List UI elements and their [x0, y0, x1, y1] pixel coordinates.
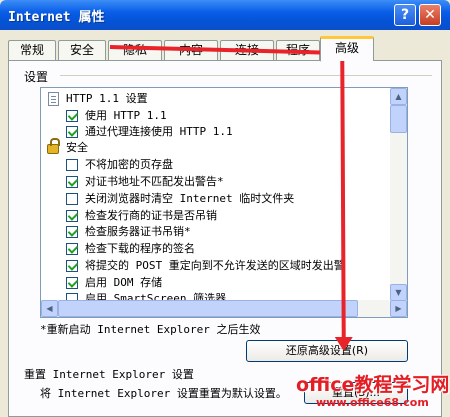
list-item-label: 检查下载的程序的签名: [85, 242, 195, 255]
scroll-thumb[interactable]: [390, 105, 407, 133]
list-item-label: 不将加密的页存盘: [85, 158, 173, 171]
window-title: Internet 属性: [8, 10, 105, 25]
list-item-label: 使用 HTTP 1.1: [85, 109, 167, 122]
list-item-label: 对证书地址不匹配发出警告*: [85, 175, 224, 188]
tab-advanced[interactable]: 高级: [320, 36, 374, 61]
close-button[interactable]: ✕: [419, 4, 441, 26]
scroll-right-icon[interactable]: ▶: [390, 300, 407, 317]
watermark-text: office教程学习网: [296, 374, 450, 396]
page-icon: [48, 92, 59, 106]
tab-security[interactable]: 安全: [58, 40, 106, 60]
checkbox[interactable]: [66, 110, 78, 122]
list-item-label: 检查发行商的证书是否吊销: [85, 209, 217, 222]
list-item-label: HTTP 1.1 设置: [66, 92, 148, 105]
checkbox[interactable]: [66, 260, 78, 272]
restore-advanced-button[interactable]: 还原高级设置(R): [246, 340, 408, 362]
checkbox[interactable]: [66, 176, 78, 188]
tab-general[interactable]: 常规: [8, 40, 56, 60]
restart-note: *重新启动 Internet Explorer 之后生效: [40, 323, 261, 336]
title-bar: Internet 属性 ? ✕: [0, 0, 450, 30]
checkbox[interactable]: [66, 277, 78, 289]
list-item-label: 启用 DOM 存储: [85, 276, 163, 289]
watermark-url: www.office68.com: [316, 396, 429, 409]
group-divider: [60, 75, 432, 76]
checkbox[interactable]: [66, 126, 78, 138]
checkbox[interactable]: [66, 210, 78, 222]
scroll-left-icon[interactable]: ◀: [41, 300, 58, 317]
lock-icon: [47, 138, 60, 154]
checkbox[interactable]: [66, 159, 78, 171]
help-button[interactable]: ?: [394, 4, 416, 26]
settings-list[interactable]: HTTP 1.1 设置 使用 HTTP 1.1 通过代理连接使用 HTTP 1.…: [40, 87, 408, 318]
reset-section-title: 重置 Internet Explorer 设置: [24, 368, 194, 381]
list-item-label: 检查服务器证书吊销*: [85, 225, 191, 238]
horizontal-scrollbar[interactable]: ◀ ▶: [41, 300, 407, 317]
scroll-thumb-horizontal[interactable]: [58, 300, 358, 317]
checkbox[interactable]: [66, 226, 78, 238]
checkbox[interactable]: [66, 193, 78, 205]
scroll-down-icon[interactable]: ▼: [390, 284, 407, 301]
list-item-label: 关闭浏览器时清空 Internet 临时文件夹: [85, 192, 295, 205]
vertical-scrollbar[interactable]: ▲ ▼: [390, 88, 407, 301]
scroll-up-icon[interactable]: ▲: [390, 88, 407, 105]
list-item-label: 安全: [66, 141, 88, 154]
list-item-label: 通过代理连接使用 HTTP 1.1: [85, 125, 233, 138]
settings-group-label: 设置: [24, 70, 49, 84]
checkbox[interactable]: [66, 243, 78, 255]
reset-description: 将 Internet Explorer 设置重置为默认设置。: [40, 387, 287, 400]
list-item-label: 将提交的 POST 重定向到不允许发送的区域时发出警: [85, 259, 345, 272]
